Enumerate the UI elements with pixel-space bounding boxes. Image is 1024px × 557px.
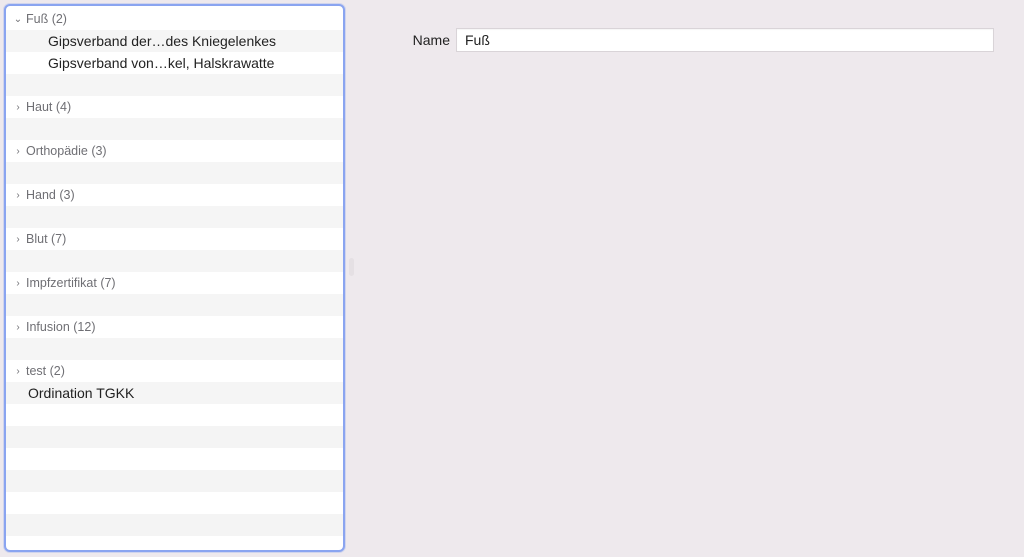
tree-group-label: Haut (4) [26, 100, 71, 114]
splitter-handle[interactable] [350, 0, 354, 557]
tree-group-label: Impfzertifikat (7) [26, 276, 116, 290]
tree-group-label: Orthopädie (3) [26, 144, 107, 158]
spacer [6, 294, 343, 316]
tree-group-hand[interactable]: › Hand (3) [6, 184, 343, 206]
tree-group-fuss[interactable]: ⌄ Fuß (2) [6, 8, 343, 30]
name-label: Name [404, 32, 456, 48]
tree-group-blut[interactable]: › Blut (7) [6, 228, 343, 250]
spacer [6, 206, 343, 228]
tree-group-label: test (2) [26, 364, 65, 378]
chevron-right-icon: › [12, 102, 24, 113]
chevron-right-icon: › [12, 366, 24, 377]
tree-group-label: Blut (7) [26, 232, 66, 246]
tree-item[interactable]: Gipsverband von…kel, Halskrawatte [6, 52, 343, 74]
detail-panel: Name [354, 0, 1024, 557]
tree: ⌄ Fuß (2) Gipsverband der…des Kniegelenk… [6, 6, 343, 536]
chevron-down-icon: ⌄ [12, 14, 24, 25]
chevron-right-icon: › [12, 190, 24, 201]
tree-group-haut[interactable]: › Haut (4) [6, 96, 343, 118]
sidebar-container: ⌄ Fuß (2) Gipsverband der…des Kniegelenk… [0, 0, 350, 557]
empty-row [6, 470, 343, 492]
sidebar-tree[interactable]: ⌄ Fuß (2) Gipsverband der…des Kniegelenk… [4, 4, 345, 552]
tree-group-impfzertifikat[interactable]: › Impfzertifikat (7) [6, 272, 343, 294]
name-field-row: Name [404, 28, 994, 52]
spacer [6, 162, 343, 184]
tree-group-label: Fuß (2) [26, 12, 67, 26]
tree-item[interactable]: Gipsverband der…des Kniegelenkes [6, 30, 343, 52]
chevron-right-icon: › [12, 146, 24, 157]
spacer [6, 250, 343, 272]
spacer [6, 74, 343, 96]
empty-row [6, 404, 343, 426]
chevron-right-icon: › [12, 278, 24, 289]
name-input[interactable] [456, 28, 994, 52]
empty-row [6, 492, 343, 514]
tree-group-test[interactable]: › test (2) [6, 360, 343, 382]
tree-group-fuss-children: Gipsverband der…des Kniegelenkes Gipsver… [6, 30, 343, 74]
chevron-right-icon: › [12, 234, 24, 245]
tree-item-ordination-tgkk[interactable]: Ordination TGKK [6, 382, 343, 404]
tree-group-infusion[interactable]: › Infusion (12) [6, 316, 343, 338]
empty-row [6, 514, 343, 536]
tree-group-label: Infusion (12) [26, 320, 95, 334]
tree-group-orthopaedie[interactable]: › Orthopädie (3) [6, 140, 343, 162]
spacer [6, 338, 343, 360]
app-root: ⌄ Fuß (2) Gipsverband der…des Kniegelenk… [0, 0, 1024, 557]
spacer [6, 118, 343, 140]
chevron-right-icon: › [12, 322, 24, 333]
empty-row [6, 448, 343, 470]
empty-row [6, 426, 343, 448]
tree-group-label: Hand (3) [26, 188, 75, 202]
